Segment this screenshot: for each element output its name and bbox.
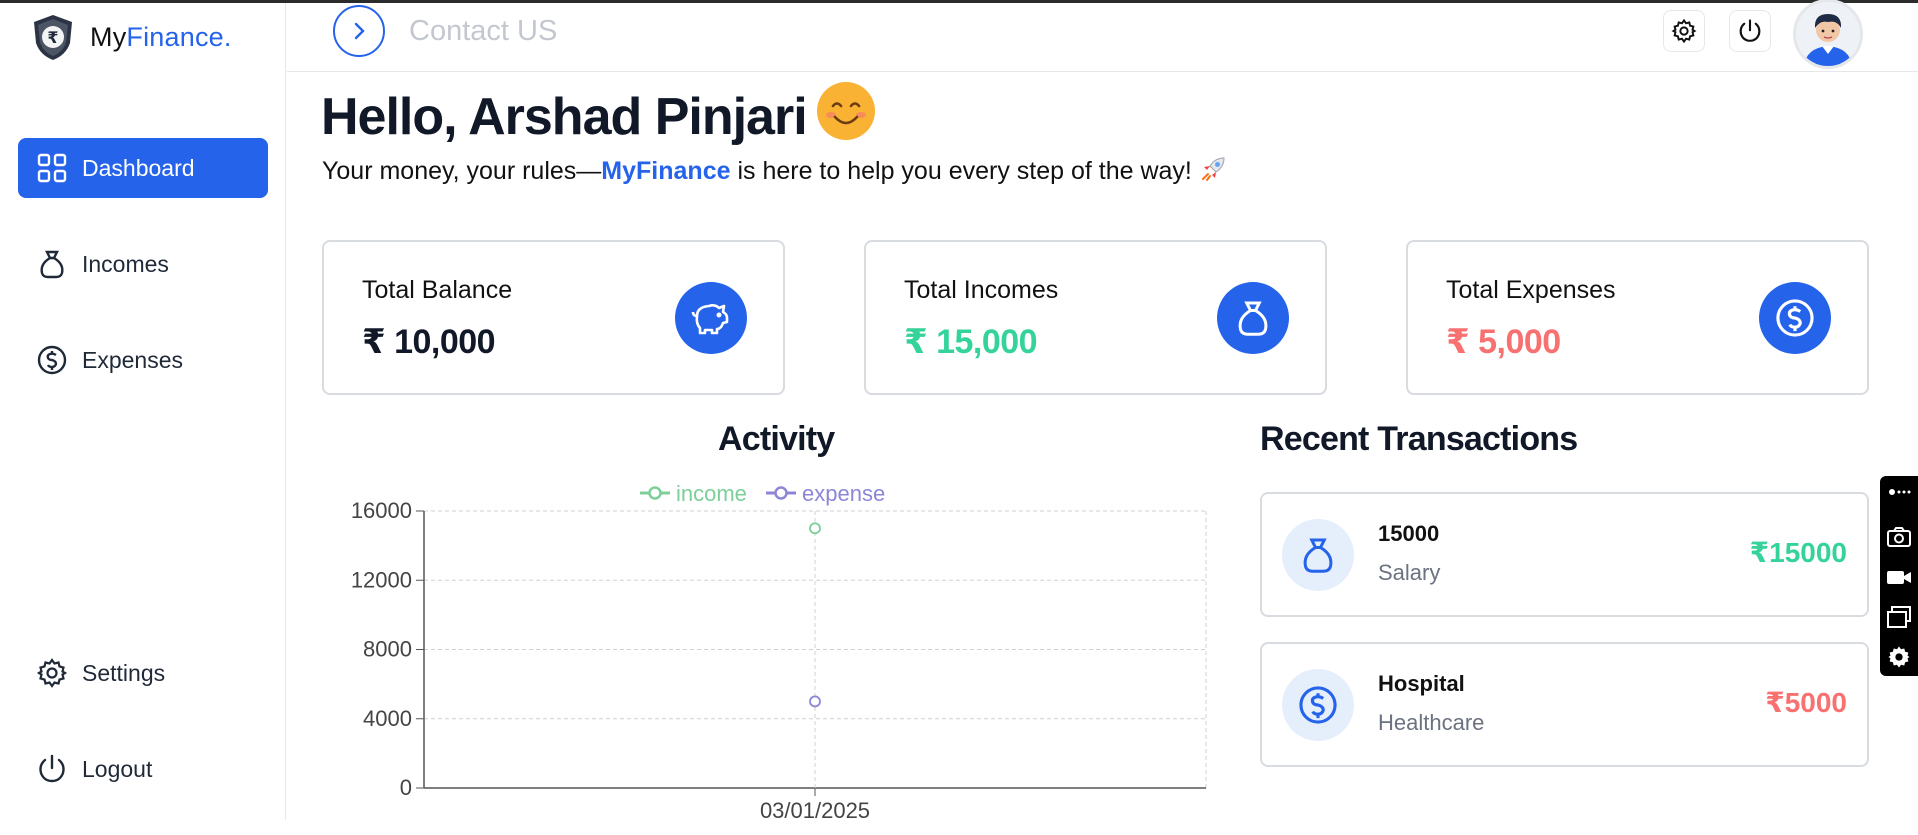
sidebar-item-incomes[interactable]: Incomes (18, 234, 268, 294)
sidebar-item-label: Dashboard (82, 154, 195, 181)
card-value: ₹ 10,000 (362, 323, 496, 361)
legend-label: income (676, 481, 747, 506)
link-more-icon[interactable] (1886, 484, 1912, 510)
chevron-right-icon (333, 5, 385, 57)
dollar-circle-icon (1282, 669, 1354, 741)
transaction-amount: ₹5000 (1765, 687, 1847, 718)
data-point-expense (809, 695, 821, 708)
transaction-item[interactable]: Hospital Healthcare ₹5000 (1260, 642, 1869, 767)
brand[interactable]: ₹ MyFinance. (30, 13, 232, 61)
money-bag-icon (1217, 282, 1289, 354)
camera-icon[interactable] (1886, 524, 1912, 550)
transaction-category: Healthcare (1378, 710, 1485, 735)
data-point-income (809, 522, 821, 535)
windows-icon[interactable] (1886, 604, 1912, 630)
legend-marker (774, 486, 788, 500)
card-title: Total Expenses (1446, 276, 1616, 304)
power-icon (39, 754, 65, 783)
settings-button[interactable] (1663, 10, 1705, 52)
page-title: Hello, Arshad Pinjari (321, 82, 875, 147)
y-tick-label: 0 (400, 775, 412, 800)
svg-text:₹: ₹ (47, 28, 58, 47)
sidebar-item-logout[interactable]: Logout (18, 739, 268, 799)
total-balance-card: Total Balance ₹ 10,000 (322, 240, 785, 395)
sidebar: ₹ MyFinance. Dashboard Incomes Expenses (0, 3, 286, 820)
activity-chart: 0 4000 8000 12000 16000 03/01/2025 income expen… (351, 481, 1207, 820)
sidebar-item-label: Expenses (82, 346, 184, 373)
dollar-circle-icon (1759, 282, 1831, 354)
x-tick-label: 03/01/2025 (760, 798, 870, 820)
screen-capture-toolbar (1880, 476, 1918, 676)
sidebar-item-label: Settings (82, 659, 166, 686)
sidebar-item-label: Logout (82, 755, 153, 782)
top-header: Contact US (287, 0, 1918, 72)
contact-us-label: Contact US (409, 14, 558, 47)
y-tick-label: 4000 (363, 706, 412, 731)
sidebar-bottom-nav: Settings Logout (18, 643, 268, 835)
rocket-icon (1201, 157, 1225, 181)
money-bag-icon (1282, 519, 1354, 591)
brand-name: MyFinance. (90, 21, 232, 52)
y-tick-label: 12000 (351, 567, 412, 592)
total-expenses-card: Total Expenses ₹ 5,000 (1406, 240, 1869, 395)
transaction-title: Hospital (1378, 671, 1465, 696)
sidebar-item-expenses[interactable]: Expenses (18, 330, 268, 390)
shield-rupee-logo-icon: ₹ (34, 15, 72, 60)
power-button[interactable] (1729, 10, 1771, 52)
card-value: ₹ 15,000 (904, 323, 1038, 361)
gear-icon[interactable] (1886, 644, 1912, 670)
y-tick-label: 16000 (351, 498, 412, 523)
dollar-circle-icon (37, 345, 67, 375)
grid-icon (37, 153, 67, 183)
transaction-category: Salary (1378, 560, 1441, 585)
piggy-bank-icon (675, 282, 747, 354)
power-icon (1739, 19, 1761, 42)
transaction-item[interactable]: 15000 Salary ₹15000 (1260, 492, 1869, 617)
avatar[interactable] (1793, 0, 1863, 69)
transaction-amount: ₹15000 (1749, 537, 1847, 568)
money-bag-icon (40, 250, 64, 279)
card-value: ₹ 5,000 (1446, 323, 1561, 361)
total-incomes-card: Total Incomes ₹ 15,000 (864, 240, 1327, 395)
legend-marker (648, 486, 662, 500)
recent-transactions-title: Recent Transactions (1260, 420, 1578, 458)
gear-icon (1671, 18, 1697, 44)
activity-title: Activity (718, 420, 835, 458)
sidebar-item-label: Incomes (82, 250, 169, 277)
smiling-face-emoji-icon (816, 82, 875, 140)
contact-us-link[interactable]: Contact US (333, 5, 557, 57)
welcome-subtitle: Your money, your rules—MyFinance is here… (322, 155, 1227, 186)
legend-label: expense (802, 481, 885, 506)
sidebar-nav: Dashboard Incomes Expenses (18, 138, 268, 426)
sidebar-item-dashboard[interactable]: Dashboard (18, 138, 268, 198)
sidebar-item-settings[interactable]: Settings (18, 643, 268, 703)
user-avatar-icon (1796, 2, 1860, 66)
y-tick-label: 8000 (363, 637, 412, 662)
card-title: Total Incomes (904, 276, 1059, 304)
gear-icon (36, 658, 68, 688)
transaction-title: 15000 (1378, 521, 1440, 546)
video-camera-icon[interactable] (1886, 564, 1912, 590)
card-title: Total Balance (362, 276, 513, 304)
